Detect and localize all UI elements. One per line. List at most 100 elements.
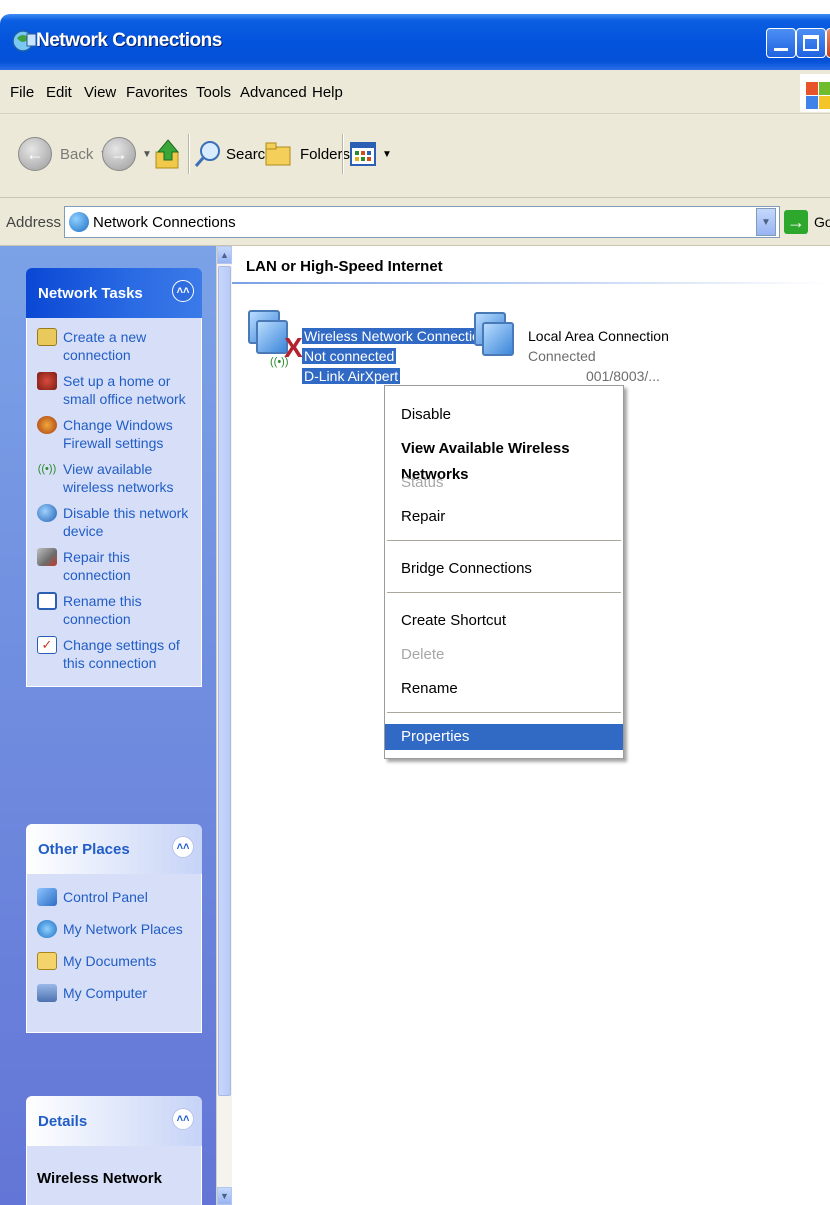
network-tasks-panel: Network Tasks ˄˄ Create a new connection… — [26, 268, 202, 687]
documents-folder-icon — [37, 952, 57, 970]
task-view-wireless[interactable]: ((•)) View available wireless networks — [37, 460, 193, 496]
windows-logo-icon — [800, 74, 830, 112]
search-button[interactable]: Search — [194, 132, 274, 176]
network-tasks-body: Create a new connection Set up a home or… — [26, 318, 202, 687]
menu-separator — [387, 540, 621, 541]
collapse-chevron-icon[interactable]: ˄˄ — [172, 280, 194, 302]
menu-item-delete[interactable]: Delete — [385, 642, 623, 668]
maximize-button[interactable] — [796, 28, 826, 58]
go-label: Go — [814, 214, 830, 230]
task-label: Set up a home or small office network — [63, 373, 186, 407]
vertical-scrollbar[interactable]: ▲ ▼ — [216, 246, 232, 1205]
menu-separator — [387, 592, 621, 593]
place-control-panel[interactable]: Control Panel — [37, 888, 193, 906]
details-heading: Wireless Network — [37, 1170, 162, 1187]
address-dropdown-button[interactable]: ▼ — [756, 208, 776, 236]
menu-item-disable[interactable]: Disable — [385, 402, 623, 428]
menu-view[interactable]: View — [84, 84, 116, 101]
task-create-connection[interactable]: Create a new connection — [37, 328, 193, 364]
task-firewall-settings[interactable]: Change Windows Firewall settings — [37, 416, 193, 452]
chevron-down-icon: ▼ — [142, 148, 152, 160]
task-label: Change Windows Firewall settings — [63, 417, 173, 451]
details-header[interactable]: Details ˄˄ — [26, 1096, 202, 1146]
lan-connection-icon[interactable] — [472, 312, 532, 372]
menu-item-bridge-connections[interactable]: Bridge Connections — [385, 556, 623, 582]
task-label: Rename this connection — [63, 593, 142, 627]
forward-button[interactable]: → ▼ — [102, 132, 152, 176]
wireless-connection-icon[interactable]: X ((•)) — [246, 310, 306, 370]
minimize-button[interactable] — [766, 28, 796, 58]
menu-advanced[interactable]: Advanced — [240, 84, 307, 101]
address-input[interactable]: Network Connections — [64, 206, 780, 238]
network-tasks-header[interactable]: Network Tasks ˄˄ — [26, 268, 202, 318]
network-tasks-title: Network Tasks — [38, 285, 143, 302]
task-label: Change settings of this connection — [63, 637, 180, 671]
go-button[interactable]: → Go — [784, 208, 830, 236]
folders-icon — [265, 142, 291, 166]
wireless-icon: ((•)) — [37, 463, 57, 475]
details-panel: Details ˄˄ Wireless Network — [26, 1096, 202, 1205]
menu-item-properties[interactable]: Properties — [385, 724, 623, 750]
back-button[interactable]: ← Back ▼ — [18, 132, 109, 176]
menu-help[interactable]: Help — [312, 84, 343, 101]
network-places-icon — [37, 920, 57, 938]
menu-favorites[interactable]: Favorites — [126, 84, 188, 101]
lan-connection-device: 001/8003/... — [586, 368, 660, 384]
close-button[interactable] — [826, 28, 830, 58]
menu-item-create-shortcut[interactable]: Create Shortcut — [385, 608, 623, 634]
toolbar-separator — [342, 134, 344, 174]
up-folder-button[interactable] — [154, 132, 182, 176]
other-places-header[interactable]: Other Places ˄˄ — [26, 824, 202, 874]
up-folder-icon — [155, 139, 180, 169]
scroll-thumb[interactable] — [218, 266, 231, 1096]
place-label: My Computer — [63, 985, 148, 1001]
group-heading: LAN or High-Speed Internet — [246, 258, 443, 275]
group-divider — [232, 282, 830, 284]
collapse-chevron-icon[interactable]: ˄˄ — [172, 1108, 194, 1130]
wireless-connection-device: D-Link AirXpert — [302, 368, 401, 384]
title-bar: Network Connections — [0, 14, 830, 70]
place-my-network-places[interactable]: My Network Places — [37, 920, 193, 938]
task-pane: Network Tasks ˄˄ Create a new connection… — [0, 246, 216, 1205]
minimize-icon — [774, 48, 788, 51]
firewall-icon — [37, 416, 57, 434]
collapse-chevron-icon[interactable]: ˄˄ — [172, 836, 194, 858]
other-places-body: Control Panel My Network Places My Docum… — [26, 874, 202, 1033]
wireless-connection-status: Not connected — [302, 348, 397, 364]
lan-connection-name: Local Area Connection — [528, 328, 669, 344]
task-label: Create a new connection — [63, 329, 147, 363]
menu-item-view-wireless-networks[interactable]: View Available Wireless Networks — [385, 436, 623, 483]
task-disable-device[interactable]: Disable this network device — [37, 504, 193, 540]
place-my-computer[interactable]: My Computer — [37, 984, 193, 1002]
disable-device-icon — [37, 504, 57, 522]
task-label: Repair this connection — [63, 549, 131, 583]
menu-item-repair[interactable]: Repair — [385, 504, 623, 530]
wireless-connection-item[interactable]: Wireless Network Connection Not connecte… — [302, 326, 490, 386]
task-repair-connection[interactable]: Repair this connection — [37, 548, 193, 584]
views-icon — [350, 142, 376, 166]
lan-connection-item[interactable]: Local Area Connection Connected 001/8003… — [528, 326, 669, 386]
toolbar-separator — [188, 134, 190, 174]
control-panel-icon — [37, 888, 57, 906]
settings-check-icon: ✓ — [37, 636, 57, 654]
folders-button[interactable]: Folders — [264, 132, 350, 176]
network-connections-icon — [12, 30, 37, 52]
computer-icon — [37, 984, 57, 1002]
back-label: Back — [60, 145, 94, 163]
address-bar: Address Network Connections ▼ → Go — [0, 198, 830, 246]
task-rename-connection[interactable]: Rename this connection — [37, 592, 193, 628]
menu-edit[interactable]: Edit — [46, 84, 72, 101]
task-home-network[interactable]: Set up a home or small office network — [37, 372, 193, 408]
menu-item-status[interactable]: Status — [385, 470, 623, 496]
menu-item-rename[interactable]: Rename — [385, 676, 623, 702]
menu-tools[interactable]: Tools — [196, 84, 231, 101]
place-my-documents[interactable]: My Documents — [37, 952, 193, 970]
scroll-up-icon[interactable]: ▲ — [217, 246, 232, 264]
views-button[interactable]: ▼ — [350, 132, 392, 176]
other-places-title: Other Places — [38, 841, 130, 858]
task-label: View available wireless networks — [63, 461, 174, 495]
scroll-down-icon[interactable]: ▼ — [217, 1187, 232, 1205]
menu-file[interactable]: File — [10, 84, 34, 101]
go-arrow-icon: → — [784, 210, 808, 234]
task-change-settings[interactable]: ✓ Change settings of this connection — [37, 636, 193, 672]
